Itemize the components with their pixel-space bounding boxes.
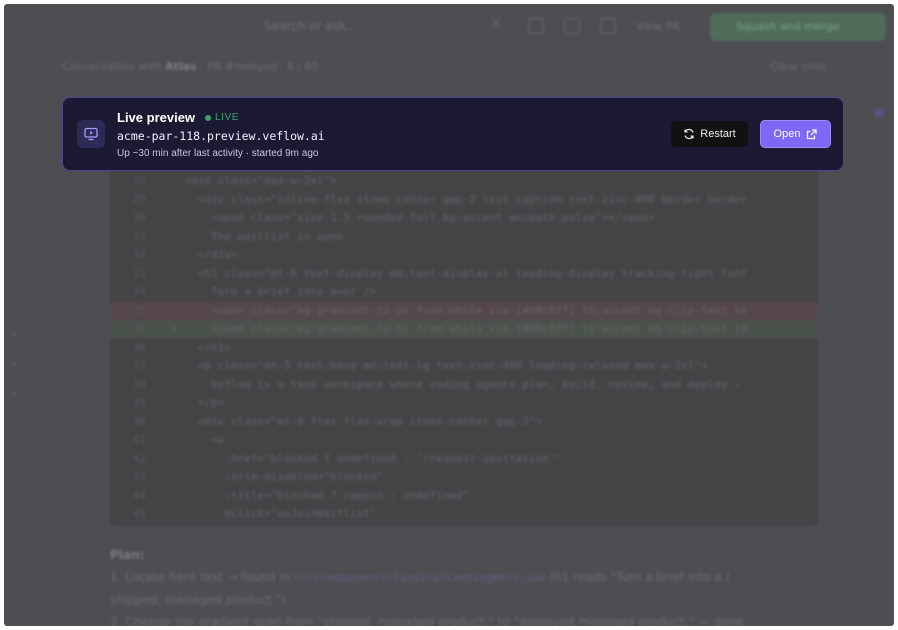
plan-message: Plan: 1. Locate hero text → found in src… xyxy=(110,544,850,626)
code-line: 45 @click="onJoinWaitlist" xyxy=(110,505,818,523)
code-line: 32 </div> xyxy=(110,246,818,264)
copy-icon[interactable] xyxy=(528,18,544,34)
chevron-down-icon[interactable]: ▾ xyxy=(12,360,17,371)
code-text: + <span class="bg-gradient-to-br from-wh… xyxy=(158,322,748,335)
code-line: 30 <span class="size-1.5 rounded-full bg… xyxy=(110,209,818,227)
line-number: 39 xyxy=(132,396,146,409)
code-line: 41 <a xyxy=(110,431,818,449)
line-number: 30 xyxy=(132,211,146,224)
code-text: </p> xyxy=(158,396,225,409)
code-line: 39 </p> xyxy=(110,394,818,412)
chevron-down-icon[interactable]: ▾ xyxy=(12,390,17,401)
code-line: 35 + <span class="bg-gradient-to-br from… xyxy=(110,320,818,338)
code-text: - <span class="bg-gradient-to-br from-wh… xyxy=(158,303,748,317)
plan-step-1-text: 1. Locate hero text → found in xyxy=(110,570,291,584)
subheader-meta: · PR #merged · 8 / 65 xyxy=(200,60,319,73)
live-badge: LIVE xyxy=(205,112,239,123)
live-preview-banner: Live preview LIVE acme-par-118.preview.v… xyxy=(62,97,844,171)
code-line: 44 :title="blocked ? reason : undefined" xyxy=(110,487,818,505)
live-label: LIVE xyxy=(215,112,240,123)
code-line: 28 <div class="max-w-2xl"> xyxy=(110,172,818,190)
code-line: 38 Veflow is a task workspace where codi… xyxy=(110,376,818,394)
line-number: 42 xyxy=(132,451,146,465)
code-text: <p class="mt-5 text-base md:text-lg text… xyxy=(158,359,708,372)
code-line: 37 <p class="mt-5 text-base md:text-lg t… xyxy=(110,357,818,375)
code-text: :aria-disabled="blocked" xyxy=(158,470,384,483)
code-text: <div class="max-w-2xl"> xyxy=(158,174,337,187)
subheader-prefix: Conversation with xyxy=(62,60,162,73)
top-bar: Search or ask... ✕ View PR Squash and me… xyxy=(4,4,894,48)
code-text: <h1 class="mt-6 text-display md:text-dis… xyxy=(158,266,748,280)
preview-meta: Up ~30 min after last activity · started… xyxy=(117,148,319,159)
code-line: 43 :aria-disabled="blocked" xyxy=(110,468,818,486)
code-line: 42 :href="blocked ? undefined : '/reques… xyxy=(110,450,818,468)
code-line: 33 <h1 class="mt-6 text-display md:text-… xyxy=(110,265,818,283)
app-window: Search or ask... ✕ View PR Squash and me… xyxy=(4,4,894,626)
code-line: 36 </h1> xyxy=(110,339,818,357)
close-icon[interactable]: ✕ xyxy=(490,16,504,32)
line-number: 44 xyxy=(132,488,146,502)
line-number: 35 xyxy=(132,322,146,335)
squash-merge-button[interactable]: Squash and merge xyxy=(710,13,886,41)
plan-heading: Plan: xyxy=(110,548,145,562)
code-line: 29 <div class="inline-flex items-center … xyxy=(110,191,818,209)
banner-title: Live preview xyxy=(117,110,196,125)
code-text: Veflow is a task workspace where coding … xyxy=(158,377,741,391)
search-input[interactable]: Search or ask... xyxy=(264,19,357,33)
code-line: 40 <div class="mt-8 flex flex-wrap items… xyxy=(110,413,818,431)
line-number: 28 xyxy=(132,174,146,187)
line-number: 34 xyxy=(132,285,146,298)
line-number: 37 xyxy=(132,359,146,372)
open-label: Open xyxy=(773,128,801,140)
code-text: <div class="mt-8 flex flex-wrap items-ce… xyxy=(158,414,543,428)
code-text: :title="blocked ? reason : undefined" xyxy=(158,488,470,502)
line-number: 41 xyxy=(132,433,146,446)
code-text: The waitlist is open xyxy=(158,229,344,243)
code-text: </h1> xyxy=(158,340,231,354)
code-text: </div> xyxy=(158,248,238,261)
restart-button[interactable]: Restart xyxy=(671,121,748,147)
plan-step-2: 2. Change the gradient span from "shippe… xyxy=(110,615,748,626)
chevron-down-icon[interactable]: ▾ xyxy=(12,330,17,341)
restart-label: Restart xyxy=(700,128,736,140)
plan-step-1-cont: shipped, managed product.") xyxy=(110,593,286,607)
line-number: 43 xyxy=(132,470,146,483)
trash-icon[interactable] xyxy=(600,18,616,34)
code-text: @click="onJoinWaitlist" xyxy=(158,507,377,520)
save-icon[interactable] xyxy=(564,18,580,34)
agent-name: Atlas xyxy=(165,60,197,73)
refresh-icon xyxy=(684,128,694,140)
plan-step-1-note: (h1 reads "Turn a brief into a / xyxy=(549,570,730,584)
code-line: 31 The waitlist is open xyxy=(110,228,818,246)
line-number: 35 xyxy=(132,303,146,317)
line-number: 38 xyxy=(132,377,146,391)
code-text: <div class="inline-flex items-center gap… xyxy=(158,192,748,206)
line-number: 33 xyxy=(132,266,146,280)
code-line: 35 - <span class="bg-gradient-to-br from… xyxy=(110,301,818,320)
clear-chat-button[interactable]: Clear chat xyxy=(770,60,826,73)
line-number: 29 xyxy=(132,192,146,206)
line-number: 32 xyxy=(132,248,146,261)
file-path-link[interactable]: src/components/landing/LandingHero.vue xyxy=(294,571,546,584)
conversation-subheader: Conversation with Atlas · PR #merged · 8… xyxy=(62,60,319,73)
view-pr-button[interactable]: View PR xyxy=(636,20,680,33)
live-dot-icon xyxy=(205,114,211,121)
side-rail xyxy=(872,104,886,174)
line-number: 40 xyxy=(132,414,146,428)
external-link-icon xyxy=(807,128,818,139)
code-line: 34 Turn a brief into a<br /> xyxy=(110,283,818,301)
monitor-play-icon xyxy=(77,120,105,148)
code-text: :href="blocked ? undefined : '/request-i… xyxy=(158,451,562,465)
code-text: <span class="size-1.5 rounded-full bg-ac… xyxy=(158,211,655,224)
preview-url: acme-par-118.preview.veflow.ai xyxy=(117,129,325,143)
line-number: 31 xyxy=(132,229,146,243)
code-text: Turn a brief into a<br /> xyxy=(158,285,377,298)
plan-step-1: 1. Locate hero text → found in src/compo… xyxy=(110,566,850,589)
code-text: <a xyxy=(158,433,225,446)
line-number: 45 xyxy=(132,507,146,520)
open-button[interactable]: Open xyxy=(760,120,831,148)
line-number: 36 xyxy=(132,340,146,354)
code-diff-panel: 28 <div class="max-w-2xl"> 29 <div class=… xyxy=(110,164,818,526)
